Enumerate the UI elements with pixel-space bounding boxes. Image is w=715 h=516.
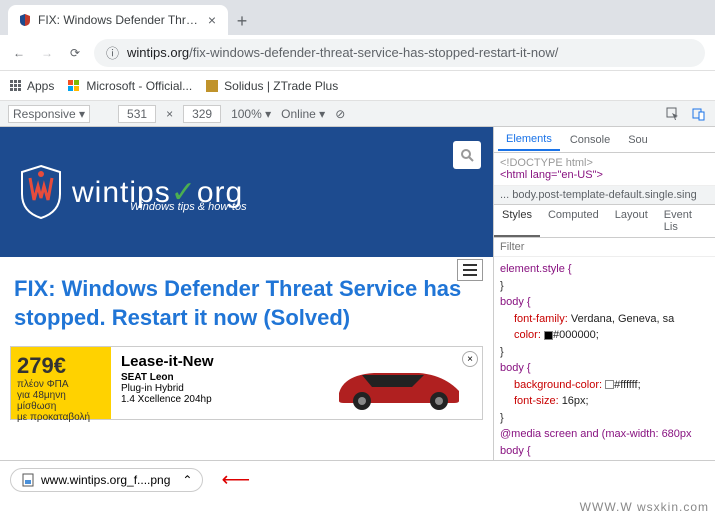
tab-styles[interactable]: Styles xyxy=(494,205,540,237)
tab-elements[interactable]: Elements xyxy=(498,129,560,151)
chevron-up-icon[interactable]: ⌃ xyxy=(182,473,192,487)
solidus-icon xyxy=(206,80,218,92)
ms-icon xyxy=(68,80,80,92)
tab-computed[interactable]: Computed xyxy=(540,205,607,237)
zoom-select[interactable]: 100% ▾ xyxy=(231,107,271,121)
watermark: WWW.W wsxkin.com xyxy=(580,500,709,514)
devtools-panel: Elements Console Sou <!DOCTYPE html> <ht… xyxy=(494,127,715,477)
dom-tree[interactable]: <!DOCTYPE html> <html lang="en-US"> xyxy=(494,153,715,186)
apps-icon xyxy=(10,80,21,91)
tab-layout[interactable]: Layout xyxy=(607,205,656,237)
tab-sources[interactable]: Sou xyxy=(620,130,656,150)
tab-title: FIX: Windows Defender Threat Se xyxy=(38,13,200,27)
tagline: Windows tips & how-tos xyxy=(130,201,247,213)
height-input[interactable]: 329 xyxy=(183,105,221,123)
back-icon[interactable]: ← xyxy=(10,46,28,60)
address-bar[interactable]: ⓘ wintips.org/fix-windows-defender-threa… xyxy=(94,39,705,67)
reload-icon[interactable]: ⟳ xyxy=(66,46,84,60)
breadcrumb[interactable]: ... body.post-template-default.single.si… xyxy=(494,186,715,205)
wintips-logo-icon xyxy=(18,164,64,220)
close-tab-icon[interactable]: × xyxy=(206,12,218,28)
rotate-icon[interactable]: ⊘ xyxy=(335,107,345,121)
ad-banner[interactable]: 279€ πλέον ΦΠΑ για 48μηνη μίσθωση με προ… xyxy=(10,346,483,420)
tab-console[interactable]: Console xyxy=(562,130,618,150)
throttle-select[interactable]: Online ▾ xyxy=(281,107,325,121)
filter-input[interactable] xyxy=(494,238,715,257)
page-viewport: wintips✓org Windows tips & how-tos FIX: … xyxy=(0,127,494,477)
styles-pane[interactable]: element.style { } body { font-family: Ve… xyxy=(494,257,715,477)
forward-icon[interactable]: → xyxy=(38,46,56,60)
file-icon xyxy=(21,473,35,487)
bookmark-solidus[interactable]: Solidus | ZTrade Plus xyxy=(206,79,338,93)
menu-button[interactable] xyxy=(457,259,483,281)
device-mode[interactable]: Responsive ▾ xyxy=(8,105,90,123)
width-input[interactable]: 531 xyxy=(118,105,156,123)
browser-tab[interactable]: FIX: Windows Defender Threat Se × xyxy=(8,5,228,35)
new-tab-button[interactable]: + xyxy=(228,7,256,35)
search-button[interactable] xyxy=(453,141,481,169)
device-toggle-icon[interactable] xyxy=(691,106,707,122)
site-info-icon[interactable]: ⓘ xyxy=(106,43,119,62)
download-item[interactable]: www.wintips.org_f....png ⌃ xyxy=(10,468,203,492)
tab-event[interactable]: Event Lis xyxy=(656,205,715,237)
bookmark-microsoft[interactable]: Microsoft - Official... xyxy=(68,79,192,93)
arrow-annotation: ⟵ xyxy=(221,467,250,492)
close-ad-icon[interactable]: × xyxy=(462,351,478,367)
car-image xyxy=(324,353,474,413)
apps-button[interactable]: Apps xyxy=(10,79,54,93)
favicon-icon xyxy=(18,13,32,27)
article-title: FIX: Windows Defender Threat Service has… xyxy=(0,257,493,342)
search-icon xyxy=(460,148,474,162)
inspect-icon[interactable] xyxy=(665,106,681,122)
